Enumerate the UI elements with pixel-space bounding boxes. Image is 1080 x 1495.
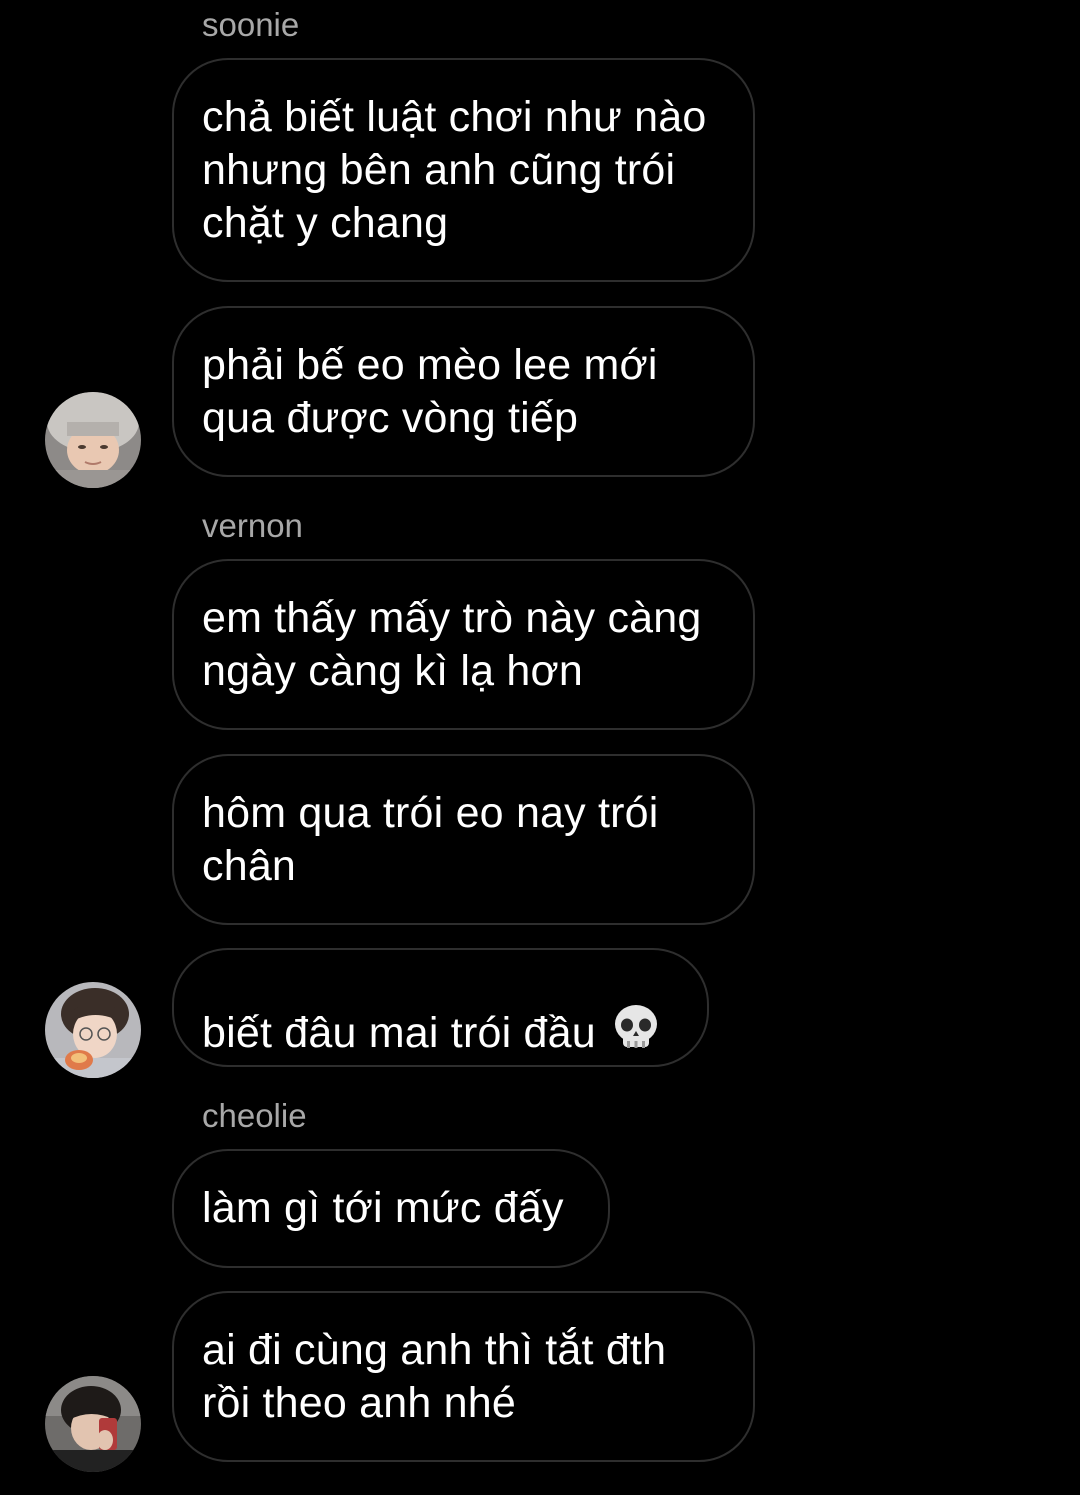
message-text: ai đi cùng anh thì tắt đth rồi theo anh …	[202, 1325, 667, 1427]
message-bubble[interactable]: hôm qua trói eo nay trói chân	[172, 754, 755, 925]
message-bubble[interactable]: làm gì tới mức đấy	[172, 1149, 610, 1268]
message-bubble[interactable]: chả biết luật chơi như nào nhưng bên anh…	[172, 58, 755, 282]
sender-name: vernon	[202, 507, 303, 544]
user-avatar-cheolie-icon	[45, 1376, 141, 1472]
avatar[interactable]	[45, 1376, 141, 1472]
sender-name: soonie	[202, 6, 300, 43]
avatar[interactable]	[45, 982, 141, 1078]
skull-emoji-icon	[612, 1003, 660, 1066]
message-bubble[interactable]: ai đi cùng anh thì tắt đth rồi theo anh …	[172, 1291, 755, 1462]
avatar[interactable]	[45, 392, 141, 488]
sender-name: cheolie	[202, 1097, 307, 1134]
message-bubble[interactable]: em thấy mấy trò này càng ngày càng kì lạ…	[172, 559, 755, 730]
message-text: chả biết luật chơi như nào nhưng bên anh…	[202, 92, 707, 247]
message-text: làm gì tới mức đấy	[202, 1184, 564, 1232]
message-text-content: biết đâu mai trói đầu	[202, 1008, 596, 1057]
message-text: biết đâu mai trói đầu	[202, 950, 660, 1066]
message-text: phải bế eo mèo lee mới qua được vòng tiế…	[202, 340, 658, 442]
message-text: em thấy mấy trò này càng ngày càng kì lạ…	[202, 593, 702, 695]
user-avatar-soonie-icon	[45, 392, 141, 488]
chat-screen: { "theme": { "background": "#000000", "b…	[0, 0, 1080, 1495]
message-text: hôm qua trói eo nay trói chân	[202, 788, 659, 890]
user-avatar-vernon-icon	[45, 982, 141, 1078]
message-bubble[interactable]: phải bế eo mèo lee mới qua được vòng tiế…	[172, 306, 755, 477]
message-bubble[interactable]: biết đâu mai trói đầu	[172, 948, 709, 1067]
